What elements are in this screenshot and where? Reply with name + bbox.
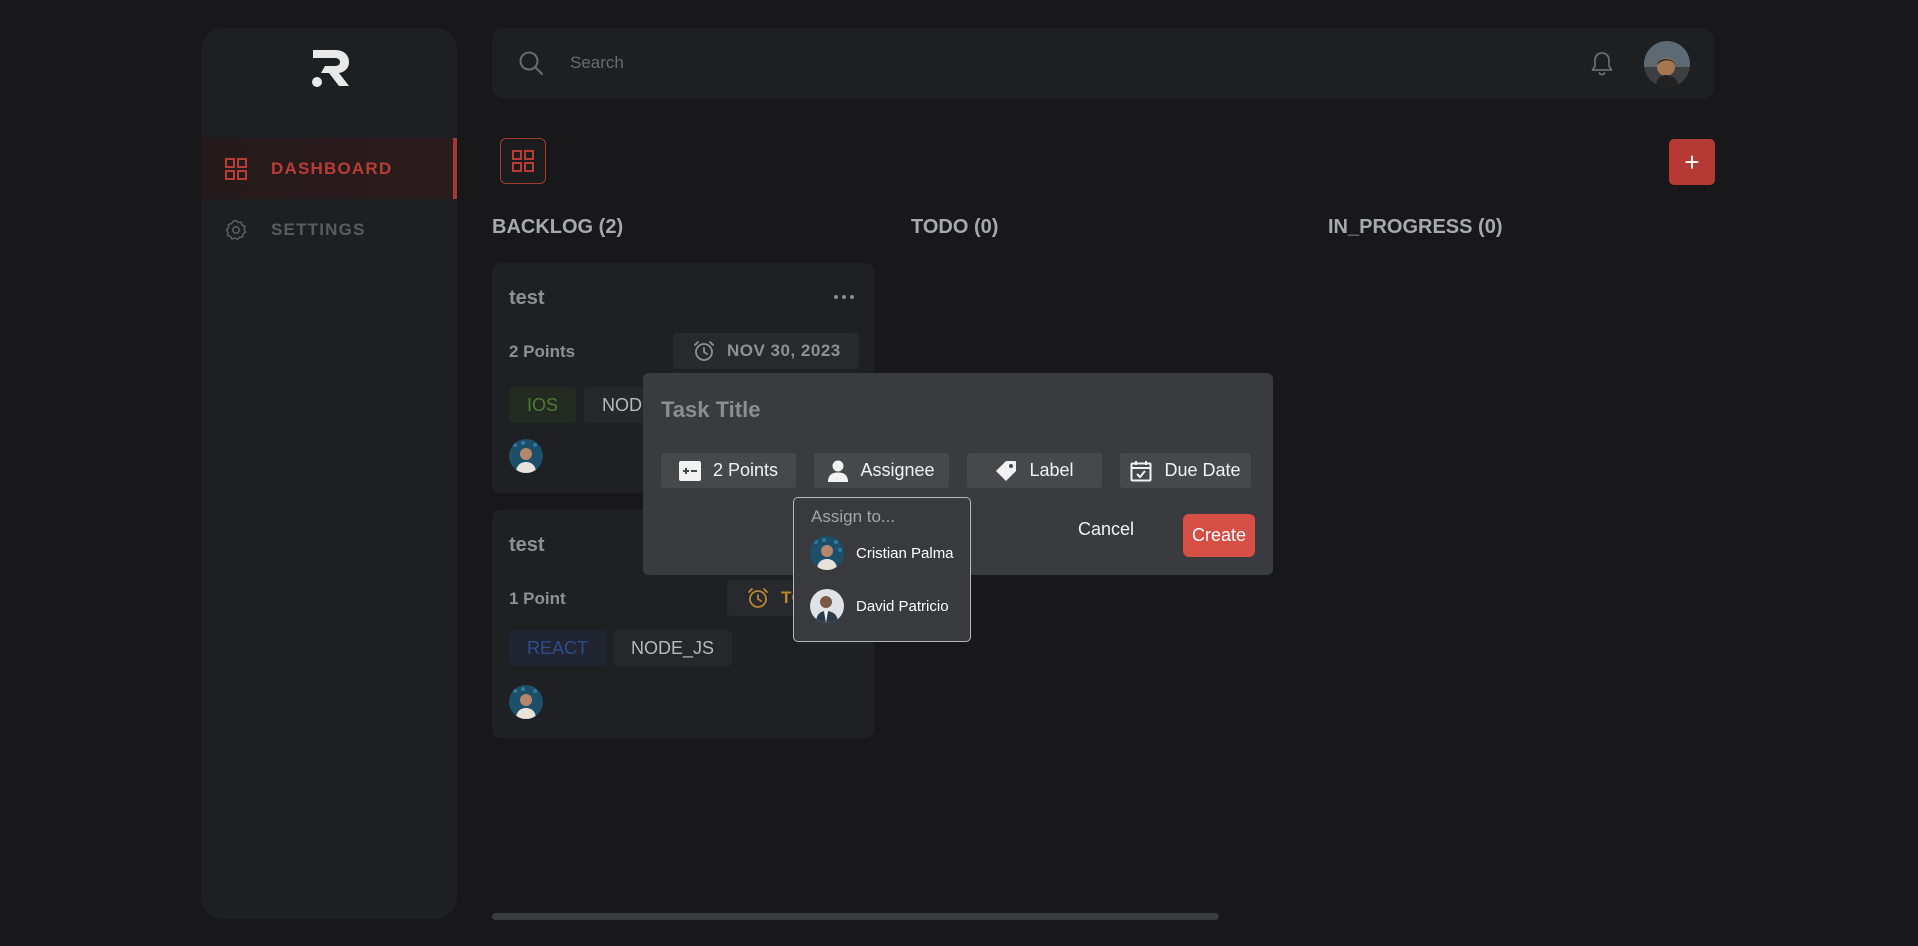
points-selector[interactable]: 2 Points xyxy=(661,453,796,488)
assignee-name: David Patricio xyxy=(856,597,949,615)
card-points: 1 Point xyxy=(509,589,566,608)
more-icon[interactable] xyxy=(832,293,856,301)
grid-icon xyxy=(225,157,247,180)
label-selector[interactable]: Label xyxy=(967,453,1102,488)
grid-icon xyxy=(512,150,534,172)
sidebar-item-settings[interactable]: SETTINGS xyxy=(201,199,457,260)
card-points: 2 Points xyxy=(509,342,576,361)
label-label: Label xyxy=(1029,460,1074,480)
create-button[interactable]: Create xyxy=(1183,514,1255,557)
column-title-in-progress: IN_PROGRESS (0) xyxy=(1328,216,1503,238)
assignee-dropdown: Assign to... Cristian Palma David Patric… xyxy=(793,497,971,642)
gear-icon xyxy=(225,219,247,240)
tag-react: REACT xyxy=(509,630,607,666)
due-date-selector[interactable]: Due Date xyxy=(1120,453,1251,488)
user-avatar[interactable] xyxy=(1644,41,1690,87)
add-task-button[interactable]: + xyxy=(1669,139,1715,185)
assignee-avatar xyxy=(509,439,543,473)
sidebar-item-dashboard[interactable]: DASHBOARD xyxy=(201,138,457,199)
due-date-chip[interactable]: NOV 30, 2023 xyxy=(673,333,859,369)
search-input[interactable] xyxy=(570,48,1170,78)
assignee-label: Assignee xyxy=(860,460,935,480)
tag-node-js: NODE_JS xyxy=(613,630,733,666)
assignee-selector[interactable]: Assignee xyxy=(814,453,949,488)
sidebar-item-label: DASHBOARD xyxy=(271,158,393,178)
assignee-option-cristian-palma[interactable]: Cristian Palma xyxy=(810,535,954,571)
board-view-toggle[interactable] xyxy=(500,138,546,184)
avatar xyxy=(810,536,844,570)
sidebar: DASHBOARD SETTINGS xyxy=(201,28,457,919)
card-title: test xyxy=(509,534,545,556)
card-title: test xyxy=(509,287,545,309)
task-title-input[interactable] xyxy=(661,393,1221,427)
person-icon xyxy=(828,460,849,482)
bell-icon[interactable] xyxy=(1589,50,1615,78)
tag-ios: IOS xyxy=(509,387,577,423)
dropdown-header: Assign to... xyxy=(811,507,896,526)
assignee-option-david-patricio[interactable]: David Patricio xyxy=(810,588,949,624)
alarm-clock-icon xyxy=(694,341,714,361)
cancel-button[interactable]: Cancel xyxy=(1078,515,1134,543)
tag-icon xyxy=(996,460,1017,481)
plus-minus-icon xyxy=(678,460,701,481)
search-icon xyxy=(519,51,543,75)
alarm-clock-icon xyxy=(748,588,768,608)
due-date-label: Due Date xyxy=(1164,460,1241,480)
column-title-backlog: BACKLOG (2) xyxy=(492,216,624,238)
column-title-todo: TODO (0) xyxy=(911,216,999,238)
calendar-check-icon xyxy=(1130,460,1152,481)
assignee-name: Cristian Palma xyxy=(856,544,954,562)
horizontal-scrollbar[interactable] xyxy=(492,913,1219,920)
due-date-text: NOV 30, 2023 xyxy=(727,341,841,360)
points-label: 2 Points xyxy=(712,460,779,480)
avatar xyxy=(810,589,844,623)
top-bar xyxy=(492,28,1714,99)
sidebar-item-label: SETTINGS xyxy=(271,219,366,239)
assignee-avatar xyxy=(509,685,543,719)
app-logo[interactable] xyxy=(307,48,351,88)
